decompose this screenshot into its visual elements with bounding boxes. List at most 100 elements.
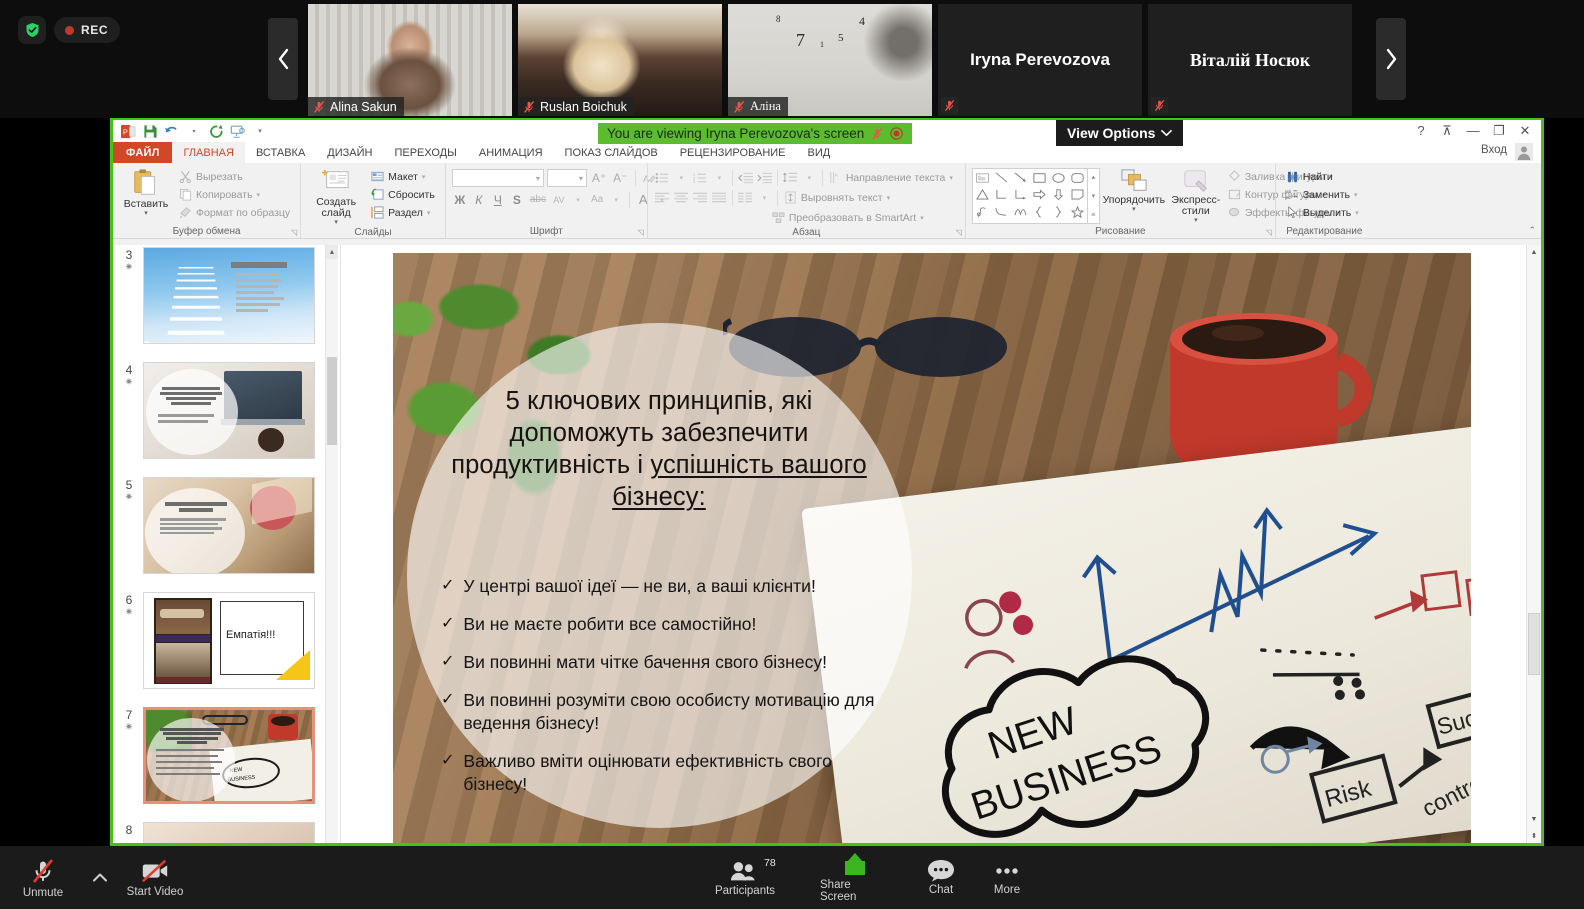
right-brace-shape-icon[interactable]: [1049, 203, 1068, 220]
arrange-button[interactable]: Упорядочить ▾: [1100, 165, 1168, 224]
participant-tile[interactable]: Alina Sakun: [308, 4, 512, 116]
rounded-rectangle-shape-icon[interactable]: [1068, 169, 1087, 186]
strikethrough-button[interactable]: abc: [528, 191, 548, 208]
quick-styles-button[interactable]: Экспресс-стили ▾: [1168, 165, 1224, 224]
caret-down-icon[interactable]: ▾: [1354, 191, 1358, 199]
account-avatar-icon[interactable]: [1515, 143, 1533, 161]
thumbnail-preview[interactable]: [143, 247, 315, 344]
caret-down-icon[interactable]: ▾: [608, 191, 624, 208]
caret-down-icon[interactable]: ▾: [673, 169, 690, 186]
thumbnail-preview[interactable]: [143, 477, 315, 574]
sign-in-link[interactable]: Вход: [1481, 144, 1507, 156]
thumbnail-item[interactable]: 3 ✷: [119, 247, 315, 344]
reset-button[interactable]: Сбросить: [367, 186, 439, 203]
decrease-font-size-button[interactable]: A⁻: [611, 170, 629, 187]
curve-shape-icon[interactable]: [992, 203, 1011, 220]
caret-down-icon[interactable]: ▾: [949, 174, 953, 182]
replace-button[interactable]: abac Заменить ▾: [1282, 186, 1363, 203]
character-spacing-button[interactable]: AV: [551, 191, 567, 208]
caret-down-icon[interactable]: ▾: [1132, 207, 1136, 213]
copy-button[interactable]: Копировать ▾: [175, 186, 294, 203]
collapse-ribbon-icon[interactable]: ⌃: [1528, 225, 1536, 236]
align-right-button[interactable]: [692, 189, 709, 206]
tab-home[interactable]: ГЛАВНАЯ: [172, 142, 244, 163]
increase-indent-button[interactable]: [756, 169, 773, 186]
thumbnail-preview[interactable]: [143, 822, 315, 843]
slide-bullet-list[interactable]: ✓ У центрі вашої ідеї — не ви, а ваші кл…: [441, 575, 891, 811]
previous-participants-button[interactable]: [268, 18, 298, 100]
right-arrow-shape-icon[interactable]: [1030, 186, 1049, 203]
star-shape-icon[interactable]: [1068, 203, 1087, 220]
tab-design[interactable]: ДИЗАЙН: [316, 142, 383, 163]
tab-file[interactable]: ФАЙЛ: [113, 142, 172, 163]
thumbnail-preview[interactable]: [143, 362, 315, 459]
elbow-arrow-connector-icon[interactable]: [1011, 186, 1030, 203]
new-slide-button[interactable]: Создать слайд ▾: [307, 165, 365, 226]
close-button[interactable]: ✕: [1513, 121, 1537, 140]
slide-canvas[interactable]: NEW BUSINESS Risk Success control: [393, 253, 1471, 843]
line-shape-icon[interactable]: [992, 169, 1011, 186]
find-button[interactable]: Найти: [1282, 168, 1363, 185]
left-brace-shape-icon[interactable]: [1030, 203, 1049, 220]
thumbnail-item[interactable]: 6 ✷ Емпатія!!!: [119, 592, 315, 689]
scroll-up-icon[interactable]: ▲: [1527, 245, 1541, 260]
paste-button[interactable]: Вставить ▾: [119, 165, 173, 217]
change-case-button[interactable]: Aa: [589, 191, 605, 208]
slide-vertical-scrollbar[interactable]: ▲ ▼ ⬍: [1526, 245, 1541, 843]
more-button[interactable]: More: [986, 860, 1028, 896]
slide-thumbnail-pane[interactable]: 3 ✷: [113, 245, 341, 843]
gallery-scroll-down-icon[interactable]: ▾: [1088, 188, 1099, 204]
arrow-shape-icon[interactable]: [1011, 169, 1030, 186]
thumbnail-preview-selected[interactable]: NEW BUSINESS: [143, 707, 315, 804]
unmute-button[interactable]: Unmute: [12, 857, 74, 899]
rectangle-shape-icon[interactable]: [1030, 169, 1049, 186]
caret-down-icon[interactable]: ▾: [184, 122, 204, 141]
scribble-shape-icon[interactable]: [973, 203, 992, 220]
scrollbar-thumb[interactable]: [327, 357, 337, 445]
participant-tile[interactable]: Віталій Носюк: [1148, 4, 1352, 116]
text-direction-button[interactable]: Направление текста ▾: [846, 169, 953, 186]
caret-down-icon[interactable]: ▾: [711, 169, 728, 186]
align-left-button[interactable]: [654, 189, 671, 206]
font-name-input[interactable]: ▾: [452, 169, 544, 187]
participant-tile[interactable]: Iryna Perevozova: [938, 4, 1142, 116]
scroll-up-icon[interactable]: ▲: [326, 245, 338, 259]
restore-button[interactable]: ❐: [1487, 121, 1511, 140]
caret-down-icon[interactable]: ▾: [1355, 209, 1359, 217]
section-button[interactable]: Раздел ▾: [367, 204, 439, 221]
caret-down-icon[interactable]: ▾: [801, 169, 818, 186]
align-center-button[interactable]: [673, 189, 690, 206]
caret-down-icon[interactable]: ▾: [756, 189, 773, 206]
slide-editing-pane[interactable]: NEW BUSINESS Risk Success control: [341, 245, 1541, 843]
audio-options-button[interactable]: [88, 865, 112, 889]
elbow-connector-icon[interactable]: [992, 186, 1011, 203]
caret-down-icon[interactable]: ▾: [1194, 218, 1198, 224]
caret-down-icon[interactable]: ▾: [887, 194, 891, 202]
tab-insert[interactable]: ВСТАВКА: [245, 142, 316, 163]
participant-tile[interactable]: 8 7 1 5 4 Аліна: [728, 4, 932, 116]
paragraph-dialog-launcher-icon[interactable]: ◹: [956, 228, 962, 237]
thumbnail-item[interactable]: 4 ✷: [119, 362, 315, 459]
caret-down-icon[interactable]: ▾: [570, 191, 586, 208]
underline-button[interactable]: Ч: [490, 191, 506, 208]
folded-corner-shape-icon[interactable]: [1068, 186, 1087, 203]
gallery-scroll-up-icon[interactable]: ▴: [1088, 169, 1099, 185]
smartart-icon[interactable]: [770, 209, 787, 226]
customize-qat-icon[interactable]: ▾: [250, 122, 270, 141]
caret-down-icon[interactable]: ▾: [257, 191, 261, 199]
tab-slideshow[interactable]: ПОКАЗ СЛАЙДОВ: [554, 142, 669, 163]
ellipse-shape-icon[interactable]: [1049, 169, 1068, 186]
save-icon[interactable]: [140, 122, 160, 141]
thumbnail-item[interactable]: 5 ✷: [119, 477, 315, 574]
tab-review[interactable]: РЕЦЕНЗИРОВАНИЕ: [669, 142, 797, 163]
layout-button[interactable]: Макет ▾: [367, 168, 439, 185]
caret-down-icon[interactable]: ▾: [427, 209, 431, 217]
italic-button[interactable]: К: [471, 191, 487, 208]
decrease-indent-button[interactable]: [737, 169, 754, 186]
tab-animations[interactable]: АНИМАЦИЯ: [468, 142, 554, 163]
scrollbar-thumb[interactable]: [1528, 613, 1540, 675]
down-arrow-shape-icon[interactable]: [1049, 186, 1068, 203]
participants-button[interactable]: 78 Participants: [710, 859, 780, 897]
ribbon-display-options-button[interactable]: ⊼: [1435, 121, 1459, 140]
convert-to-smartart-button[interactable]: Преобразовать в SmartArt ▾: [789, 209, 924, 226]
